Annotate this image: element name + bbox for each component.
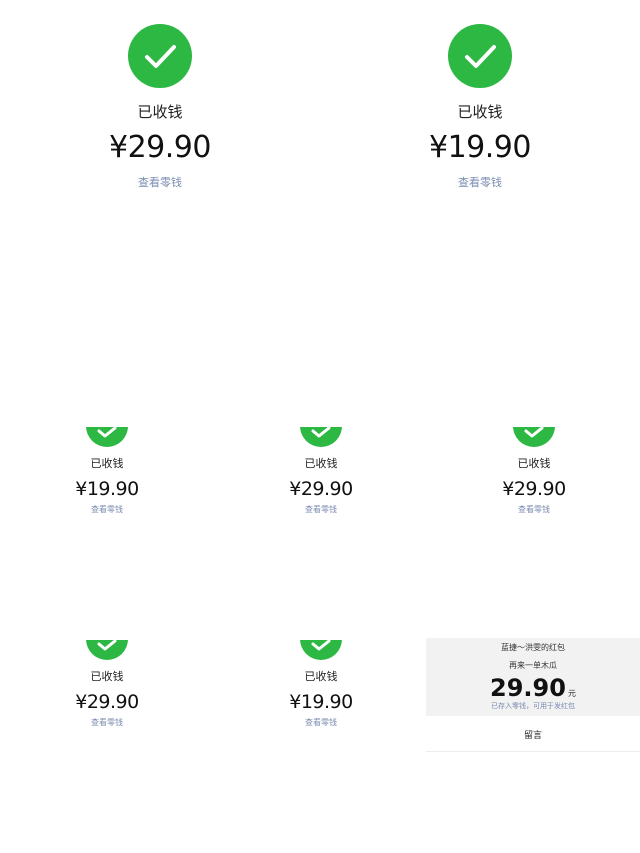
checkmark-circle-icon (448, 24, 512, 88)
status-label: 已收钱 (137, 103, 183, 121)
view-balance-link[interactable]: 查看零钱 (256, 718, 386, 728)
payment-received-card: 已收钱 ¥29.90 查看零钱 (256, 427, 386, 515)
checkmark-circle-icon (86, 427, 128, 447)
amount-text: ¥19.90 (75, 478, 139, 500)
checkmark-circle-icon (300, 640, 342, 660)
reply-button[interactable]: 留言 (426, 730, 640, 742)
payment-received-card: 已收钱 ¥19.90 查看零钱 (42, 427, 172, 515)
checkmark-circle-icon (86, 640, 128, 660)
checkmark-circle-icon (513, 427, 555, 447)
payment-received-card: 已收钱 ¥29.90 查看零钱 (42, 640, 172, 728)
status-label: 已收钱 (304, 457, 338, 470)
payment-received-card: 已收钱 ¥19.90 查看零钱 (256, 640, 386, 728)
red-packet-panel: 蓝捷～洪雯的红包 再来一单木瓜 29.90 元 已存入零钱，可用于发红包 留言 (426, 638, 640, 752)
status-label: 已收钱 (90, 457, 124, 470)
amount-text: ¥29.90 (502, 478, 566, 500)
amount-text: ¥19.90 (429, 130, 531, 165)
view-balance-link[interactable]: 查看零钱 (60, 176, 260, 190)
red-packet-note: 再来一单木瓜 (509, 661, 557, 670)
saved-to-balance-link[interactable]: 已存入零钱，可用于发红包 (426, 702, 640, 711)
red-packet-amount-row: 29.90 元 (426, 675, 640, 701)
view-balance-link[interactable]: 查看零钱 (42, 718, 172, 728)
checkmark-circle-icon (300, 427, 342, 447)
amount-text: ¥29.90 (75, 691, 139, 713)
status-label: 已收钱 (304, 670, 338, 683)
checkmark-circle-icon (128, 24, 192, 88)
view-balance-link[interactable]: 查看零钱 (469, 505, 599, 515)
view-balance-link[interactable]: 查看零钱 (380, 176, 580, 190)
amount-text: ¥29.90 (289, 478, 353, 500)
status-label: 已收钱 (90, 670, 124, 683)
payment-received-card: 已收钱 ¥29.90 查看零钱 (60, 24, 260, 190)
divider (426, 751, 640, 752)
amount-text: ¥19.90 (289, 691, 353, 713)
payment-received-card: 已收钱 ¥29.90 查看零钱 (469, 427, 599, 515)
payment-received-card: 已收钱 ¥19.90 查看零钱 (380, 24, 580, 190)
red-packet-summary: 蓝捷～洪雯的红包 再来一单木瓜 29.90 元 已存入零钱，可用于发红包 (426, 638, 640, 716)
red-packet-amount: 29.90 (490, 674, 566, 702)
status-label: 已收钱 (517, 457, 551, 470)
red-packet-unit: 元 (567, 689, 576, 698)
red-packet-sender: 蓝捷～洪雯的红包 (501, 643, 565, 652)
view-balance-link[interactable]: 查看零钱 (42, 505, 172, 515)
amount-text: ¥29.90 (109, 130, 211, 165)
status-label: 已收钱 (457, 103, 503, 121)
view-balance-link[interactable]: 查看零钱 (256, 505, 386, 515)
